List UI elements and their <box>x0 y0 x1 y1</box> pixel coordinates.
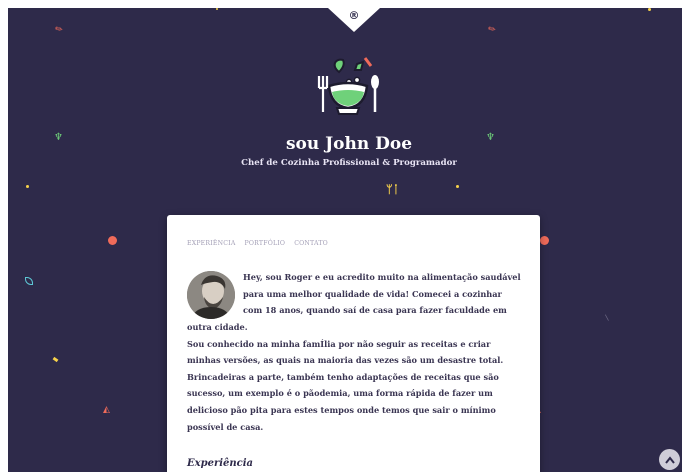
fork-knife-icon: ᛘᛙ <box>386 183 400 196</box>
page-subtitle: Chef de Cozinha Profissional & Programad… <box>241 158 457 168</box>
page-title: sou John Doe <box>285 134 413 154</box>
carrot-deco-icon: ✎ <box>53 23 66 37</box>
content-card: EXPERIÊNCIA PORTFÓLIO CONTATO Hey, sou R… <box>167 215 540 472</box>
knife-deco-icon: / <box>602 313 612 322</box>
registered-mark: ® <box>348 9 360 22</box>
carrot-deco-icon: ✎ <box>486 23 499 37</box>
nav-link-experiencia[interactable]: EXPERIÊNCIA <box>187 240 235 247</box>
bio-line: para uma melhor qualidade de vida! Comec… <box>243 288 502 299</box>
bio-line: Hey, sou Roger e eu acredito muito na al… <box>243 272 521 282</box>
bio-line: Brincadeiras a parte, também tenho adapt… <box>187 371 499 382</box>
bio-line: delicioso pão pita para estes tempos ond… <box>187 404 496 415</box>
dot-deco <box>216 8 218 10</box>
donut-deco-icon <box>540 236 549 245</box>
section-nav: EXPERIÊNCIA PORTFÓLIO CONTATO <box>187 240 328 247</box>
avatar <box>187 271 235 319</box>
dash-deco <box>52 356 59 363</box>
chevron-up-icon <box>664 455 675 464</box>
dot-deco <box>26 185 29 188</box>
bio-line: sucesso, um exemplo é o pãodemia, uma fo… <box>187 388 493 399</box>
bio-line: outra cidade. <box>187 322 248 332</box>
bio-line: Sou conhecido na minha famÍlia por não s… <box>187 338 491 349</box>
experience-heading: Experiência <box>187 458 254 469</box>
bio-line: com 18 anos, quando saí de casa para faz… <box>243 305 507 316</box>
pizza-deco-icon: ◭ <box>103 405 110 415</box>
scroll-to-top-button[interactable] <box>659 449 680 470</box>
bio-intro: Hey, sou Roger e eu acredito muito na al… <box>243 269 523 319</box>
nav-link-contato[interactable]: CONTATO <box>294 240 328 247</box>
leaf-deco-icon <box>25 277 33 285</box>
page-background: ® ✎ ✎ ♆ ♆ ◭ ◭ / sou John Doe Chef de Coz… <box>8 8 682 472</box>
bio-body: outra cidade. Sou conhecido na minha fam… <box>187 319 527 435</box>
chef-portrait-image <box>187 271 235 319</box>
salad-bowl-logo-icon <box>317 57 379 115</box>
dot-deco <box>648 8 651 11</box>
donut-deco-icon <box>108 236 117 245</box>
bio-line: minhas versões, as quais na maioria das … <box>187 355 504 366</box>
nav-link-portfolio[interactable]: PORTFÓLIO <box>244 240 285 247</box>
bio-line: possível de casa. <box>187 421 264 432</box>
dot-deco <box>456 185 459 188</box>
